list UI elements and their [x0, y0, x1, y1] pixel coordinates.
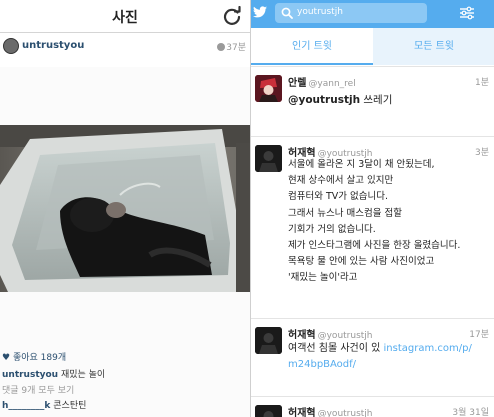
avatar-image: [255, 405, 282, 417]
tweet-author-name: 허재혁: [288, 330, 316, 341]
post-time: 37분: [217, 40, 246, 53]
post-time-text: 37분: [226, 43, 246, 53]
bathtub-photo-image: [0, 125, 250, 292]
tweet-line: '재밌는 놀이'라고: [288, 272, 358, 284]
tweet[interactable]: 허재혁 @youtrustjh 3월 31일: [251, 396, 494, 417]
twitter-header: youtrustjh: [251, 0, 494, 28]
tweet-line: 현재 상수에서 살고 있지만: [288, 175, 394, 187]
tweet-text: @youtrustjh 쓰레기: [288, 93, 392, 108]
tweet-line: 서울에 올라온 지 3달이 채 안됬는데,: [288, 159, 435, 170]
tweet-tabs: 인기 트윗 모든 트윗: [251, 28, 494, 65]
avatar[interactable]: [3, 38, 19, 54]
tweet-text: 여객선 침몰 사건이 있 instagram.com/p/ m24bpBAodf…: [288, 341, 472, 373]
search-query: youtrustjh: [297, 7, 343, 17]
clock-icon: [217, 43, 226, 51]
post-photo[interactable]: [0, 125, 250, 292]
post-username[interactable]: untrustyou: [22, 40, 84, 51]
tweet-link[interactable]: instagram.com/p/: [384, 343, 472, 354]
likes-count-text: 좋아요 189개: [12, 353, 67, 363]
tab-top-tweets[interactable]: 인기 트윗: [251, 28, 373, 65]
tweet[interactable]: 안렐 @yann_rel 1분 @youtrustjh 쓰레기: [251, 66, 494, 126]
tweet-line: 여객선 침몰 사건이 있: [288, 343, 384, 354]
tweet-line: 기회가 거의 없습니다.: [288, 223, 376, 235]
avatar[interactable]: [255, 75, 282, 102]
comment-username[interactable]: h________k: [2, 401, 50, 411]
instagram-panel: 사진 untrustyou 37분 ♥ 좋아요 189개 untrustyou …: [0, 0, 250, 417]
avatar-image: [255, 75, 282, 102]
twitter-panel: youtrustjh 인기 트윗 모든 트윗 안렐 @yann_rel 1분 @y…: [250, 0, 494, 417]
tweet-author[interactable]: 허재혁 @youtrustjh: [288, 404, 373, 417]
tweet-line: 컴퓨터와 TV가 없습니다.: [288, 191, 389, 203]
tweet-text-rest: 쓰레기: [360, 94, 393, 106]
tweet-handle: @youtrustjh: [317, 331, 373, 341]
tweet-text: 서울에 올라온 지 3달이 채 안됬는데, 현재 상수에서 살고 있지만 컴퓨터…: [288, 157, 460, 287]
avatar-image: [255, 327, 282, 354]
tweet-handle: @yann_rel: [308, 79, 356, 89]
avatar-image: [255, 145, 282, 172]
caption-username[interactable]: untrustyou: [2, 370, 58, 380]
tweet-handle: @youtrustjh: [317, 409, 373, 417]
tweet-author[interactable]: 안렐 @yann_rel: [288, 74, 356, 89]
tweet-line: 그래서 뉴스나 매스컴을 접할: [288, 207, 402, 219]
tweet-author[interactable]: 허재혁 @youtrustjh: [288, 326, 373, 341]
tweet-author-name: 허재혁: [288, 408, 316, 417]
post-caption: untrustyou 재밌는 놀이: [2, 367, 105, 380]
search-icon: [281, 7, 293, 19]
tweet-time: 1분: [474, 78, 489, 88]
tweet-author-name: 안렐: [288, 78, 307, 89]
avatar[interactable]: [255, 405, 282, 417]
view-all-comments-link[interactable]: 댓글 9개 모두 보기: [2, 383, 74, 396]
comment-text: 콘스탄틴: [50, 401, 87, 411]
post-author-row: untrustyou 37분: [0, 33, 250, 67]
heart-icon: ♥: [2, 353, 11, 363]
tweet[interactable]: 허재혁 @youtrustjh 3분 서울에 올라온 지 3달이 채 안됬는데, …: [251, 136, 494, 312]
mention-link[interactable]: @youtrustjh: [288, 94, 360, 106]
tweet[interactable]: 허재혁 @youtrustjh 17분 여객선 침몰 사건이 있 instagra…: [251, 318, 494, 390]
instagram-header: 사진: [0, 0, 250, 33]
tweet-time: 17분: [469, 330, 489, 340]
tweet-link[interactable]: m24bpBAodf/: [288, 357, 472, 373]
twitter-bird-icon[interactable]: [253, 5, 267, 19]
tab-all-tweets[interactable]: 모든 트윗: [373, 28, 494, 65]
avatar[interactable]: [255, 145, 282, 172]
tweet-time: 3분: [474, 148, 489, 158]
tweet-line: 제가 인스타그램에 사진을 한장 올렸습니다.: [288, 240, 461, 252]
tweet-time: 3월 31일: [452, 408, 489, 417]
refresh-icon[interactable]: [222, 6, 242, 26]
caption-text: 재밌는 놀이: [58, 370, 106, 380]
avatar[interactable]: [255, 327, 282, 354]
comment: h________k 콘스탄틴: [2, 398, 86, 411]
tweet-line: 목욕탕 물 안에 있는 사람 사진이었고: [288, 256, 435, 268]
likes-count[interactable]: ♥ 좋아요 189개: [2, 350, 66, 363]
page-title: 사진: [112, 10, 138, 26]
search-input[interactable]: youtrustjh: [275, 3, 427, 23]
filter-icon[interactable]: [459, 6, 475, 20]
